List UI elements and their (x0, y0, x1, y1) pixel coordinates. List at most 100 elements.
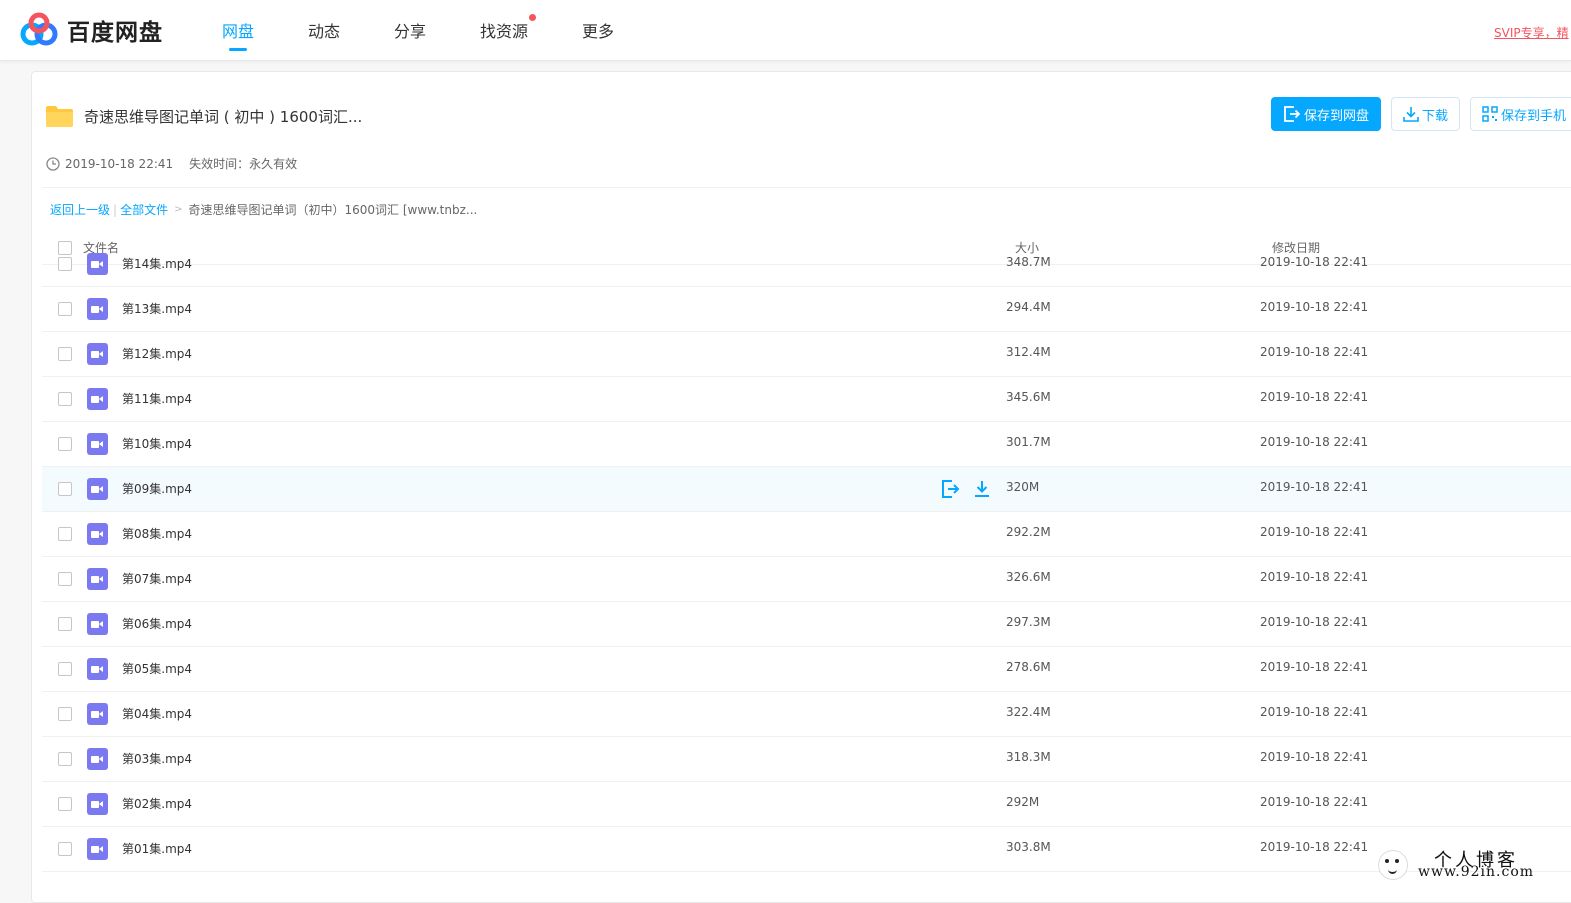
file-date: 2019-10-18 22:41 (1260, 795, 1369, 809)
file-name[interactable]: 第08集.mp4 (122, 525, 192, 542)
row-checkbox[interactable] (58, 572, 72, 586)
breadcrumb-back[interactable]: 返回上一级 (50, 201, 110, 218)
watermark-url: www.92in.com (1418, 864, 1535, 880)
file-row[interactable]: 第03集.mp4 318.3M 2019-10-18 22:41 (42, 737, 1571, 782)
file-row[interactable]: 第07集.mp4 326.6M 2019-10-18 22:41 (42, 557, 1571, 602)
row-checkbox[interactable] (58, 347, 72, 361)
save-to-netdisk-button[interactable]: 保存到网盘 (1271, 97, 1382, 131)
nav-feed[interactable]: 动态 (308, 18, 340, 42)
file-size: 312.4M (1006, 345, 1051, 359)
video-file-icon (87, 253, 108, 275)
file-row[interactable]: 第04集.mp4 322.4M 2019-10-18 22:41 (42, 692, 1571, 737)
file-name[interactable]: 第13集.mp4 (122, 300, 192, 317)
file-row[interactable]: 第12集.mp4 312.4M 2019-10-18 22:41 (42, 332, 1571, 377)
row-checkbox[interactable] (58, 437, 72, 451)
row-checkbox[interactable] (58, 302, 72, 316)
file-date: 2019-10-18 22:41 (1260, 255, 1369, 269)
share-title: 奇速思维导图记单词 ( 初中 ) 1600词汇... (84, 108, 363, 126)
video-file-icon (87, 343, 108, 365)
breadcrumb-all-files[interactable]: 全部文件 (120, 201, 168, 218)
file-row[interactable]: 第09集.mp4 320M 2019-10-18 22:41 (42, 467, 1571, 512)
row-checkbox[interactable] (58, 482, 72, 496)
file-date: 2019-10-18 22:41 (1260, 300, 1369, 314)
share-panel: 奇速思维导图记单词 ( 初中 ) 1600词汇... 保存到网盘 下载 保存到手… (31, 71, 1571, 903)
svip-link[interactable]: SVIP专享，精 (1494, 24, 1571, 41)
nav-share[interactable]: 分享 (394, 18, 426, 42)
save-to-phone-button[interactable]: 保存到手机 (1470, 97, 1571, 131)
row-save-icon[interactable] (940, 479, 960, 499)
nav-find-resources-label: 找资源 (480, 22, 529, 41)
file-size: 278.6M (1006, 660, 1051, 674)
file-size: 326.6M (1006, 570, 1051, 584)
row-checkbox[interactable] (58, 662, 72, 676)
share-actions: 保存到网盘 下载 保存到手机 (1271, 97, 1571, 131)
file-date: 2019-10-18 22:41 (1260, 435, 1369, 449)
row-download-icon[interactable] (972, 479, 992, 499)
file-name[interactable]: 第14集.mp4 (122, 255, 192, 272)
clock-icon (46, 156, 60, 171)
share-created-time: 2019-10-18 22:41 (65, 156, 174, 171)
file-row[interactable]: 第02集.mp4 292M 2019-10-18 22:41 (42, 782, 1571, 827)
file-size: 320M (1006, 480, 1040, 494)
file-name[interactable]: 第12集.mp4 (122, 345, 192, 362)
file-name[interactable]: 第03集.mp4 (122, 750, 192, 767)
row-checkbox[interactable] (58, 707, 72, 721)
share-header: 奇速思维导图记单词 ( 初中 ) 1600词汇... (46, 106, 362, 127)
nav-find-resources[interactable]: 找资源 (480, 14, 537, 42)
download-icon (1403, 107, 1419, 122)
file-row[interactable]: 第11集.mp4 345.6M 2019-10-18 22:41 (42, 377, 1571, 422)
file-row[interactable]: 第13集.mp4 294.4M 2019-10-18 22:41 (42, 287, 1571, 332)
file-date: 2019-10-18 22:41 (1260, 390, 1369, 404)
file-row[interactable]: 第10集.mp4 301.7M 2019-10-18 22:41 (42, 422, 1571, 467)
video-file-icon (87, 298, 108, 320)
file-name[interactable]: 第07集.mp4 (122, 570, 192, 587)
row-checkbox[interactable] (58, 527, 72, 541)
file-size: 322.4M (1006, 705, 1051, 719)
video-file-icon (87, 658, 108, 680)
chevron-right-icon: > (174, 204, 183, 215)
file-date: 2019-10-18 22:41 (1260, 525, 1369, 539)
file-size: 303.8M (1006, 840, 1051, 854)
file-date: 2019-10-18 22:41 (1260, 480, 1369, 494)
row-checkbox[interactable] (58, 842, 72, 856)
file-date: 2019-10-18 22:41 (1260, 570, 1369, 584)
nav-netdisk[interactable]: 网盘 (222, 18, 254, 42)
file-row[interactable]: 第08集.mp4 292.2M 2019-10-18 22:41 (42, 512, 1571, 557)
file-size: 318.3M (1006, 750, 1051, 764)
nav-more[interactable]: 更多 (582, 18, 614, 42)
file-row[interactable]: 第06集.mp4 297.3M 2019-10-18 22:41 (42, 602, 1571, 647)
app-logo[interactable]: 百度网盘 (19, 12, 163, 48)
baidu-netdisk-logo-icon (20, 12, 58, 46)
video-file-icon (87, 838, 108, 860)
file-name[interactable]: 第04集.mp4 (122, 705, 192, 722)
top-bar: 百度网盘 网盘 动态 分享 找资源 更多 SVIP专享，精 (0, 0, 1571, 61)
watermark: 个人博客 www.92in.com (1378, 846, 1568, 888)
file-row[interactable]: 第01集.mp4 303.8M 2019-10-18 22:41 (42, 827, 1571, 872)
file-name[interactable]: 第10集.mp4 (122, 435, 192, 452)
row-checkbox[interactable] (58, 617, 72, 631)
file-name[interactable]: 第01集.mp4 (122, 840, 192, 857)
expire-label: 失效时间： (189, 157, 250, 171)
app-name: 百度网盘 (67, 20, 163, 46)
file-size: 301.7M (1006, 435, 1051, 449)
file-name[interactable]: 第09集.mp4 (122, 480, 192, 497)
file-row[interactable]: 第14集.mp4 348.7M 2019-10-18 22:41 (42, 242, 1571, 287)
row-checkbox[interactable] (58, 752, 72, 766)
file-date: 2019-10-18 22:41 (1260, 660, 1369, 674)
video-file-icon (87, 748, 108, 770)
file-name[interactable]: 第05集.mp4 (122, 660, 192, 677)
save-icon (1284, 106, 1301, 122)
row-checkbox[interactable] (58, 257, 72, 271)
file-date: 2019-10-18 22:41 (1260, 345, 1369, 359)
file-row[interactable]: 第05集.mp4 278.6M 2019-10-18 22:41 (42, 647, 1571, 692)
video-file-icon (87, 568, 108, 590)
save-to-phone-label: 保存到手机 (1501, 108, 1567, 124)
row-actions (940, 479, 1004, 499)
download-button[interactable]: 下载 (1391, 97, 1461, 131)
row-checkbox[interactable] (58, 797, 72, 811)
file-name[interactable]: 第06集.mp4 (122, 615, 192, 632)
file-name[interactable]: 第02集.mp4 (122, 795, 192, 812)
watermark-avatar-icon (1378, 850, 1408, 880)
row-checkbox[interactable] (58, 392, 72, 406)
file-name[interactable]: 第11集.mp4 (122, 390, 192, 407)
